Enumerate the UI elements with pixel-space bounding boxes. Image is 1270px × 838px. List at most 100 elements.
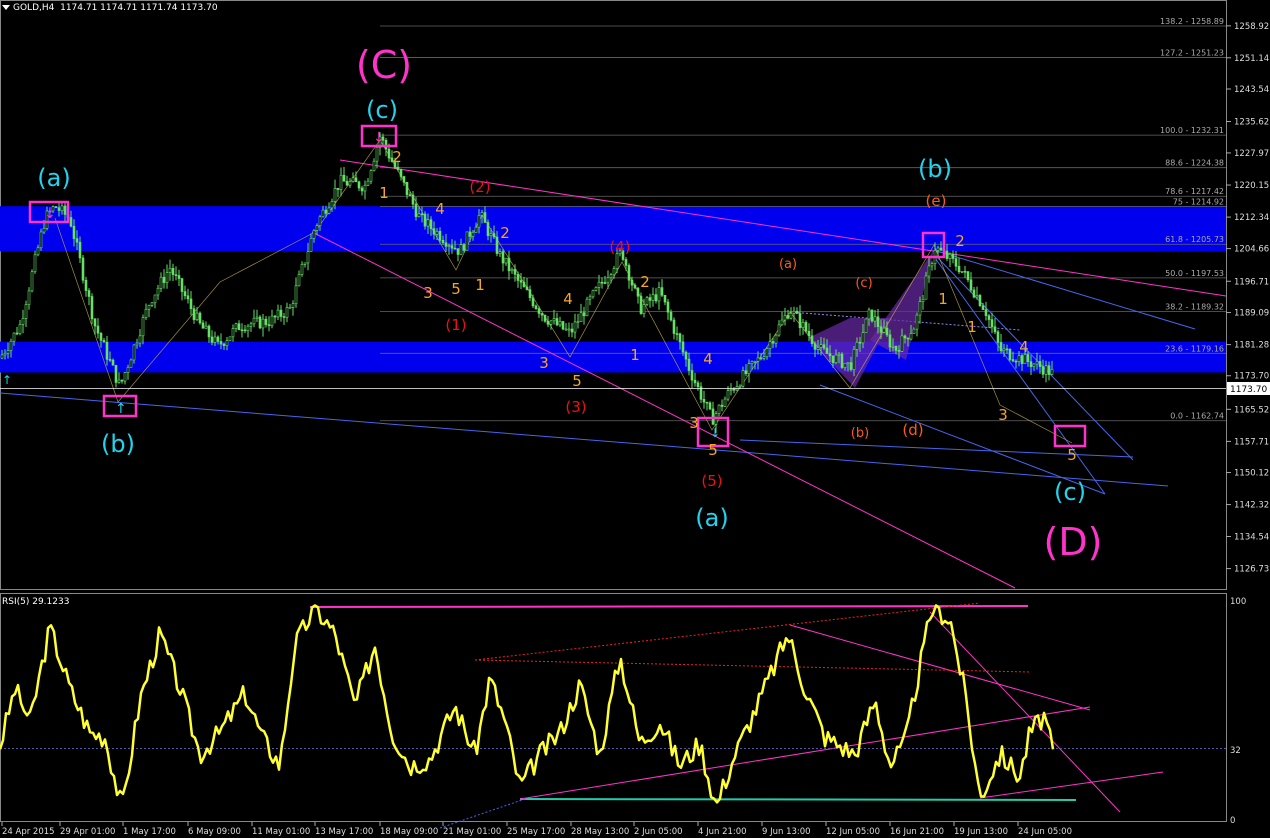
candle-body [264, 318, 268, 325]
candle-body [972, 289, 976, 298]
candle-body [888, 334, 892, 348]
candle-body [516, 274, 520, 281]
candle-body [111, 359, 115, 366]
candle-body [42, 227, 46, 233]
candle-body [999, 342, 1003, 352]
candle-body [597, 281, 601, 288]
candle-body [558, 321, 562, 326]
candle-body [489, 233, 493, 236]
candle-body [762, 356, 766, 359]
candle-body [204, 325, 208, 329]
wave-label: 4 [1019, 338, 1029, 356]
candle-body [408, 194, 412, 196]
fib-label: 75 - 1214.92 [1173, 198, 1224, 207]
candle-body [465, 231, 469, 251]
candle-body [333, 188, 337, 202]
wave-label: (4) [609, 238, 630, 256]
candle-body [1005, 348, 1009, 351]
candle-body [504, 257, 508, 264]
candle-body [783, 315, 787, 321]
candle-body [645, 297, 649, 305]
candle-body [426, 219, 430, 227]
candle-body [33, 254, 37, 273]
fib-label: 61.8 - 1205.73 [1165, 235, 1224, 244]
time-tick-label: 25 May 17:00 [507, 827, 565, 837]
marker-box [1053, 424, 1087, 448]
candle-body [447, 245, 451, 247]
candle-body [30, 271, 34, 292]
wave-label: 1 [967, 318, 977, 336]
candle-body [69, 217, 73, 227]
candle-body [1050, 368, 1054, 375]
candle-body [828, 353, 832, 357]
candle-body [105, 341, 109, 360]
wave-label: 3 [539, 354, 549, 372]
candle-body [195, 312, 199, 320]
time-tick-label: 29 Apr 01:00 [60, 827, 115, 837]
candle-body [309, 238, 313, 253]
candle-body [228, 336, 232, 341]
candle-body [348, 181, 352, 186]
candle-body [603, 282, 607, 284]
candle-body [1017, 355, 1021, 362]
candle-body [240, 329, 244, 332]
candle-body [207, 325, 211, 338]
price-tick-label: 1227.97 [1234, 149, 1269, 159]
candle-body [879, 326, 883, 333]
candle-body [867, 309, 871, 320]
candle-body [720, 404, 724, 407]
candle-body [483, 212, 487, 223]
candle-body [177, 275, 181, 279]
rsi-tick-label: 32 [1230, 746, 1241, 756]
current-price-text: 1173.70 [1230, 385, 1267, 395]
candle-body [750, 361, 754, 365]
candle-body [372, 160, 376, 171]
candle-body [657, 287, 661, 302]
candle-body [927, 265, 931, 277]
candle-body [939, 247, 943, 251]
price-tick-label: 1142.32 [1234, 501, 1269, 511]
candle-body [357, 181, 361, 189]
candle-body [243, 329, 247, 332]
candle-body [564, 328, 568, 331]
candle-body [801, 322, 805, 329]
candle-body [711, 408, 715, 425]
candle-body [528, 289, 532, 299]
wave-label: 3 [689, 414, 699, 432]
rsi-axis: 100 32 0 [1230, 597, 1246, 826]
candle-body [345, 180, 349, 186]
candle-body [1008, 348, 1012, 360]
price-chart[interactable]: 138.2 - 1258.89 127.2 - 1251.23 100.0 - 12… [0, 0, 1270, 838]
candle-body [174, 274, 178, 276]
fib-label: 38.2 - 1189.32 [1165, 303, 1224, 312]
wave-label: (2) [469, 178, 490, 196]
candle-body [0, 354, 4, 359]
candle-body [75, 238, 79, 243]
candle-body [18, 324, 22, 334]
wave-label: 4 [703, 350, 713, 368]
candle-body [216, 336, 220, 342]
candle-body [291, 303, 295, 308]
candle-body [813, 343, 817, 350]
candle-body [567, 328, 571, 331]
candle-body [627, 265, 631, 281]
candle-body [993, 326, 997, 333]
candle-body [753, 360, 757, 363]
candle-body [210, 336, 214, 343]
candle-body [339, 174, 343, 190]
candle-body [153, 294, 157, 304]
candle-body [297, 274, 301, 287]
candle-body [99, 332, 103, 341]
candle-body [501, 251, 505, 264]
candle-body [1032, 363, 1036, 367]
candle-body [1041, 366, 1045, 375]
candle-body [276, 309, 280, 318]
candle-body [3, 352, 7, 356]
candle-body [543, 314, 547, 322]
rsi-line [0, 604, 1055, 804]
candle-body [258, 316, 262, 329]
wave-label: (b) [101, 430, 135, 458]
candle-body [906, 337, 910, 340]
candle-body [825, 347, 829, 354]
candle-body [432, 228, 436, 235]
